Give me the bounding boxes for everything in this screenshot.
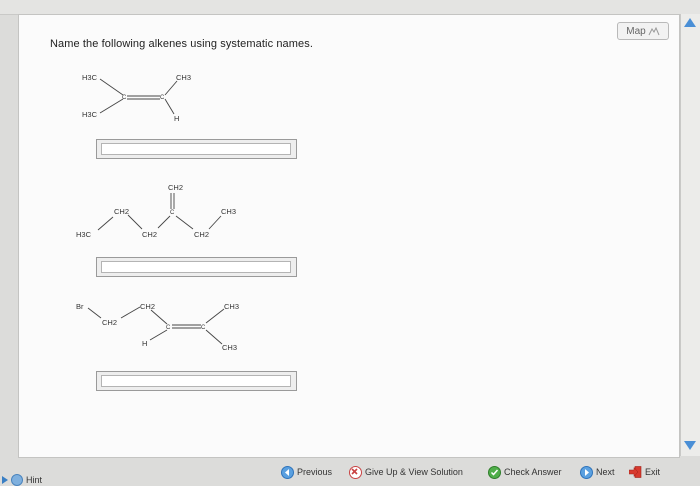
previous-label: Previous [297,467,333,477]
mol3-ch2-b: CH2 [140,302,155,311]
previous-button[interactable]: Previous [281,465,332,479]
next-button[interactable]: Next [580,465,615,479]
answer-box-3 [96,371,297,391]
exit-icon [629,466,642,478]
mol3-ch3-bottom: CH3 [222,343,237,352]
check-answer-label: Check Answer [504,467,562,477]
exit-button[interactable]: Exit [629,465,660,479]
mol3-c2: C [201,325,206,331]
exit-label: Exit [645,467,661,477]
next-arrow-icon [580,465,593,479]
give-up-button[interactable]: Give Up & View Solution [349,465,463,479]
mol3-ch2-a: CH2 [102,318,117,327]
hint-label: Hint [26,475,43,485]
mol3-ch3-top: CH3 [224,302,239,311]
give-up-label: Give Up & View Solution [365,467,463,477]
check-icon [488,465,501,479]
next-label: Next [596,467,615,477]
previous-arrow-icon [281,465,294,479]
check-answer-button[interactable]: Check Answer [488,465,562,479]
mol3-h: H [142,339,147,348]
hint-icon [11,474,23,486]
give-up-x-icon [349,465,362,479]
hint-expand-arrow-icon [2,476,8,484]
answer-input-3[interactable] [101,375,291,387]
molecule-3: Br CH2 CH3 CH2 C C H CH3 [76,302,239,352]
hint-toggle[interactable]: Hint [2,474,42,486]
mol3-br: Br [76,302,84,311]
